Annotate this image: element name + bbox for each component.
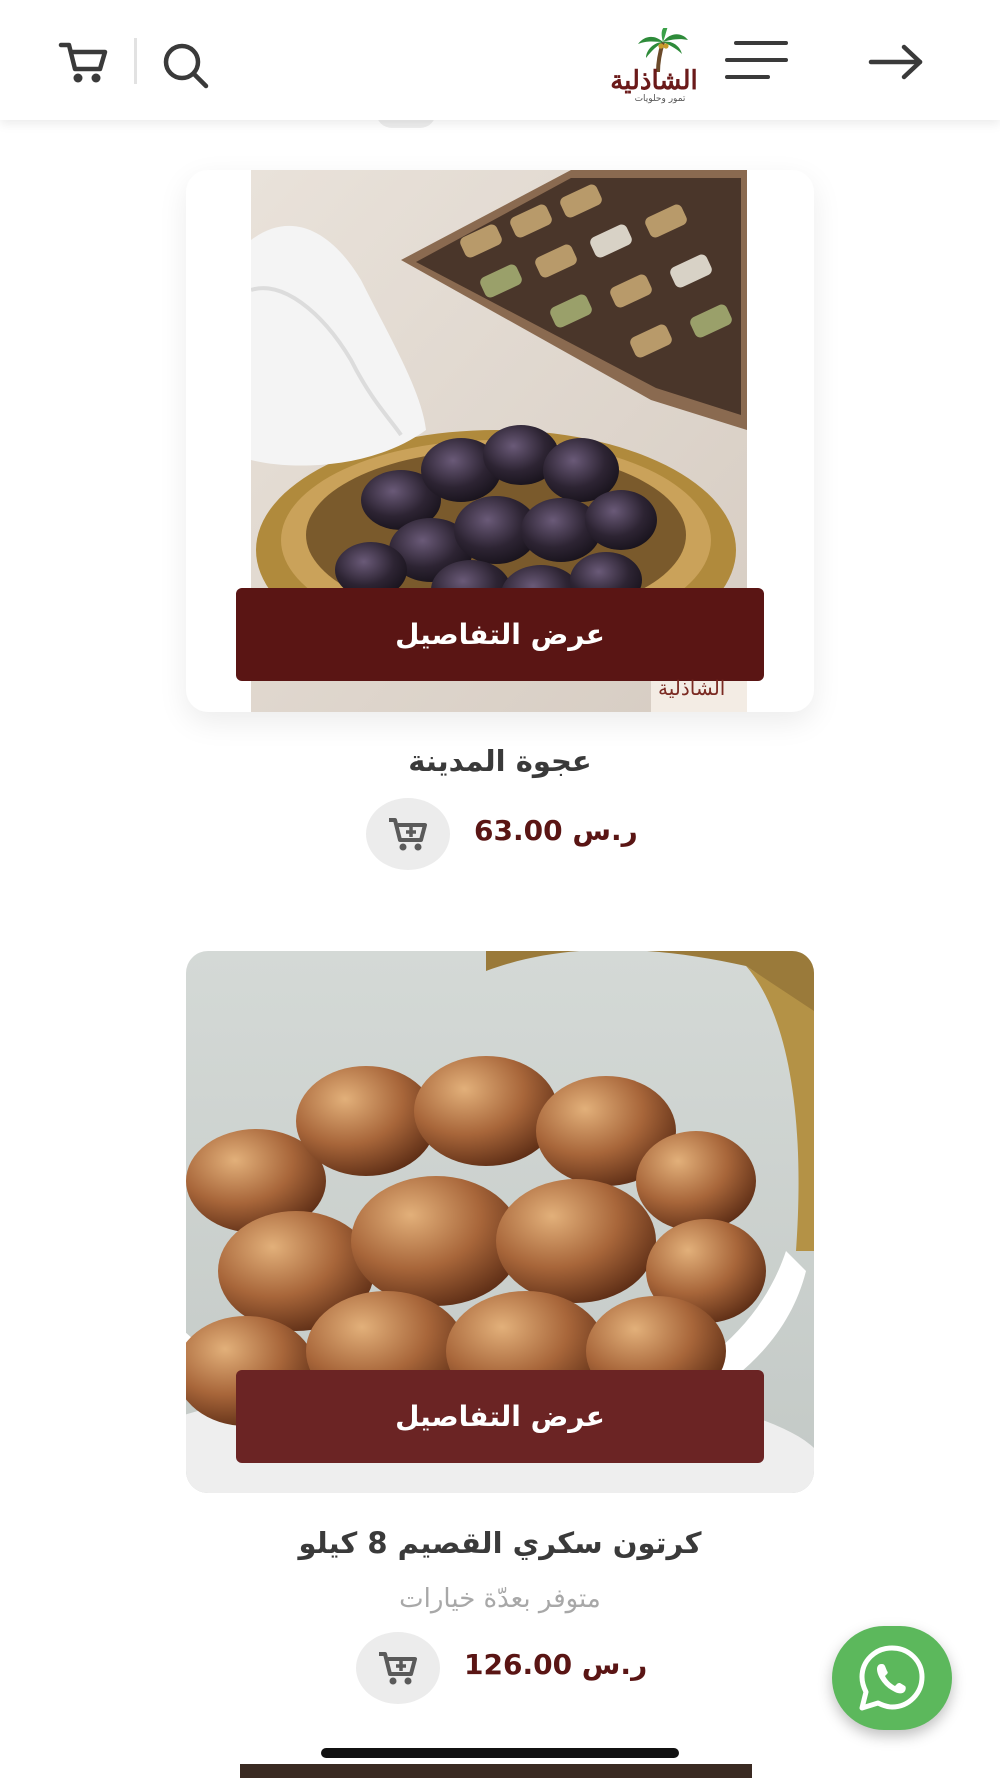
view-details-button[interactable]: عرض التفاصيل (236, 1370, 764, 1463)
home-indicator (321, 1748, 679, 1758)
add-to-cart-icon (379, 1652, 417, 1685)
product-title[interactable]: كرتون سكري القصيم 8 كيلو (186, 1526, 814, 1560)
add-to-cart-button[interactable] (366, 798, 450, 870)
menu-icon (725, 41, 788, 79)
product-card-image[interactable]: عرض التفاصيل (186, 951, 814, 1493)
search-icon (163, 43, 209, 89)
cart-icon (58, 42, 108, 83)
product-card-image[interactable]: عرض التفاصيل الشاذلية (186, 170, 814, 712)
product-price: 126.00 ر.س (464, 1648, 648, 1681)
arrow-right-icon (868, 44, 923, 80)
cart-button[interactable] (52, 30, 116, 94)
add-to-cart-icon (389, 818, 427, 851)
header-divider (134, 38, 137, 84)
view-details-button[interactable]: عرض التفاصيل (236, 588, 764, 681)
back-button[interactable] (864, 34, 928, 90)
top-navbar: الشاذلية تمور وحلويات (0, 0, 1000, 120)
product-price: 63.00 ر.س (474, 814, 638, 847)
brand-name: الشاذلية (610, 66, 698, 96)
next-item-edge (240, 1764, 752, 1778)
price-row: 63.00 ر.س (366, 798, 646, 870)
brand-tagline: تمور وحلويات (634, 94, 686, 104)
image-watermark: الشاذلية (658, 676, 726, 700)
variant-availability-note: متوفر بعدّة خيارات (399, 1584, 601, 1614)
whatsapp-icon (859, 1645, 925, 1711)
add-to-cart-button[interactable] (356, 1632, 440, 1704)
whatsapp-button[interactable] (832, 1626, 952, 1730)
price-row: 126.00 ر.س (356, 1632, 656, 1704)
menu-button[interactable] (720, 30, 792, 90)
brand-logo[interactable]: الشاذلية تمور وحلويات (606, 28, 702, 104)
search-button[interactable] (154, 34, 218, 98)
product-title[interactable]: عجوة المدينة (186, 744, 814, 778)
